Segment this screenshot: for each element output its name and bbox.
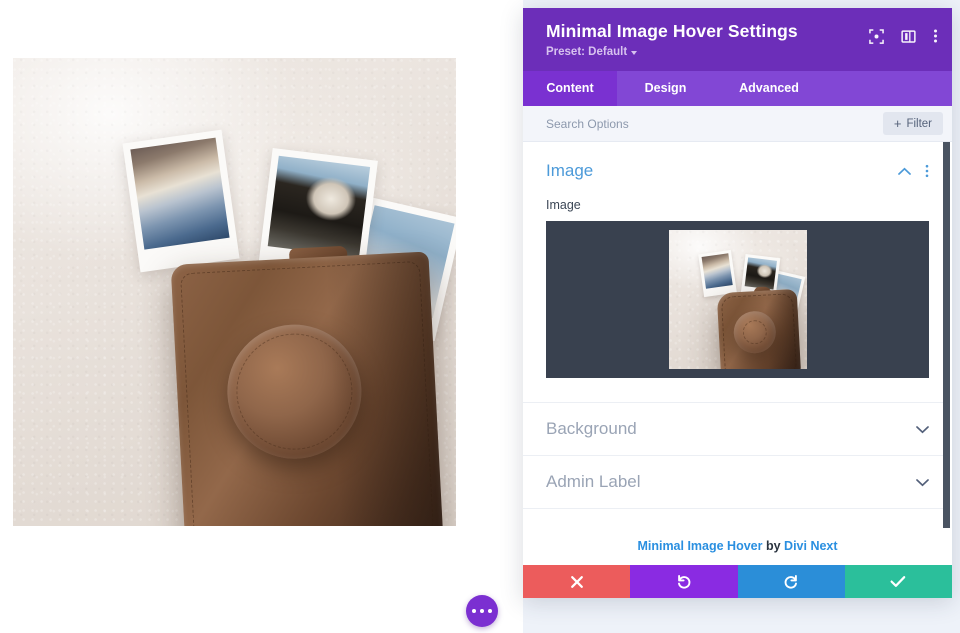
redo-arrow-icon — [784, 574, 798, 589]
credit-module-link[interactable]: Minimal Image Hover — [637, 539, 762, 553]
thumbnail-polaroid-1-image — [701, 253, 733, 289]
module-settings-modal: Minimal Image Hover Settings Preset: Def… — [523, 8, 952, 598]
modal-header-actions — [869, 28, 938, 44]
ellipsis-horizontal-icon-dot-2 — [479, 608, 485, 614]
redo-button[interactable] — [737, 565, 845, 598]
modal-body: Image Image Background Admin Label — [523, 142, 952, 528]
camera-shadow-overlay — [325, 251, 444, 526]
section-background-title: Background — [546, 419, 637, 438]
tab-advanced[interactable]: Advanced — [714, 71, 824, 106]
more-vertical-icon[interactable] — [933, 28, 938, 44]
page-canvas — [0, 0, 523, 633]
section-background[interactable]: Background — [523, 403, 952, 456]
filter-button-label: Filter — [906, 117, 932, 130]
chevron-down-icon[interactable] — [916, 425, 929, 434]
plus-icon: + — [893, 116, 902, 131]
chevron-up-icon[interactable] — [898, 167, 911, 176]
filter-button[interactable]: + Filter — [882, 112, 943, 135]
polaroid-photo-1 — [122, 129, 240, 273]
module-credit: Minimal Image Hover by Divi Next — [523, 528, 952, 565]
undo-arrow-icon — [677, 574, 691, 589]
more-vertical-icon[interactable] — [925, 164, 929, 178]
credit-vendor-link[interactable]: Divi Next — [784, 539, 838, 553]
modal-footer — [523, 565, 952, 598]
thumbnail-polaroid-2-image — [744, 257, 777, 290]
preset-dropdown[interactable]: Preset: Default — [546, 46, 638, 58]
thumbnail-camera — [716, 286, 801, 369]
modal-tabs: Content Design Advanced — [523, 71, 952, 106]
undo-button[interactable] — [630, 565, 738, 598]
settings-scrollbar-track[interactable] — [943, 142, 952, 528]
ellipsis-horizontal-icon-dot-3 — [487, 608, 493, 614]
tab-content[interactable]: Content — [523, 71, 617, 106]
tab-design[interactable]: Design — [617, 71, 714, 106]
caret-down-icon — [631, 51, 638, 55]
thumbnail-polaroid-1 — [697, 249, 737, 298]
image-field-label: Image — [546, 198, 581, 212]
image-thumbnail — [668, 230, 807, 369]
section-admin-label-title: Admin Label — [546, 472, 641, 491]
app-root: Minimal Image Hover Settings Preset: Def… — [0, 0, 960, 633]
modal-header: Minimal Image Hover Settings Preset: Def… — [523, 8, 952, 71]
ellipsis-horizontal-icon-dot-1 — [471, 608, 477, 614]
layout-columns-icon[interactable] — [901, 29, 916, 44]
section-admin-label[interactable]: Admin Label — [523, 456, 952, 509]
image-upload-preview[interactable] — [546, 221, 929, 378]
preset-label: Preset: Default — [546, 46, 628, 58]
leather-camera-case — [170, 245, 444, 526]
section-image-actions — [898, 164, 929, 178]
settings-scrollbar-thumb[interactable] — [943, 142, 950, 528]
cancel-button[interactable] — [523, 565, 631, 598]
section-image-header[interactable]: Image — [546, 161, 929, 181]
focus-target-icon[interactable] — [869, 28, 884, 44]
search-options-row: + Filter — [523, 106, 952, 142]
close-x-icon — [570, 575, 583, 588]
polaroid-photo-1-image — [130, 137, 230, 250]
polaroid-photo-2-image — [267, 155, 371, 258]
credit-by-text: by — [762, 539, 785, 553]
section-image-title: Image — [546, 161, 594, 180]
save-button[interactable] — [844, 565, 952, 598]
search-input[interactable] — [546, 116, 883, 131]
section-image: Image Image — [523, 142, 952, 403]
page-settings-fab[interactable] — [466, 595, 498, 627]
thumbnail-camera-shadow — [764, 288, 801, 369]
hero-image[interactable] — [13, 58, 456, 526]
checkmark-icon — [890, 576, 906, 587]
chevron-down-icon[interactable] — [916, 478, 929, 487]
